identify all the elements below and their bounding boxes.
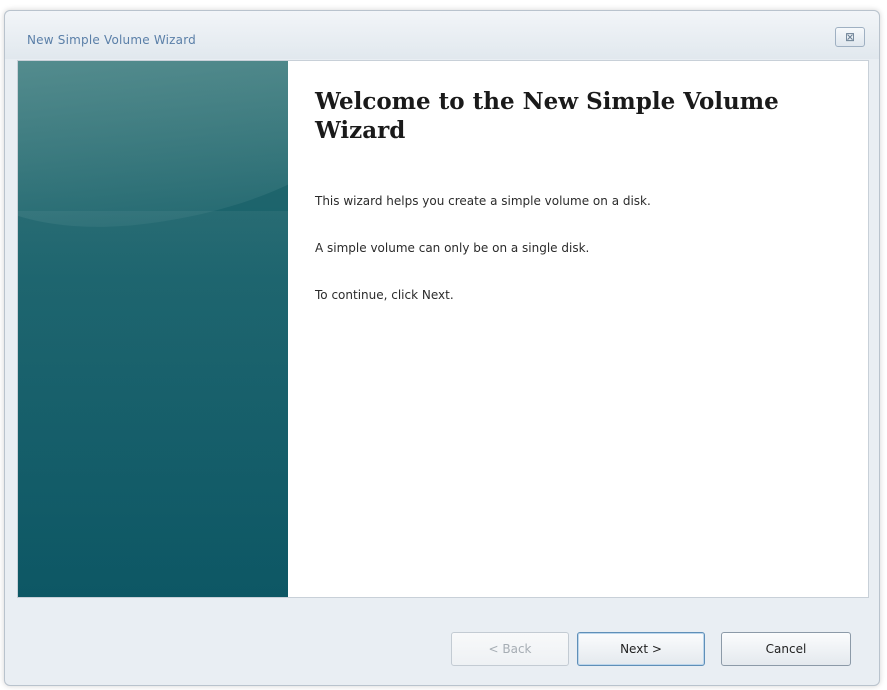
- intro-paragraph: This wizard helps you create a simple vo…: [315, 194, 651, 208]
- close-icon: ⊠: [844, 30, 856, 44]
- close-button[interactable]: ⊠: [835, 27, 865, 47]
- banner-sheen: [18, 211, 288, 597]
- page-title: Welcome to the New Simple Volume Wizard: [315, 88, 779, 144]
- back-button[interactable]: < Back: [451, 632, 569, 666]
- title-bar[interactable]: New Simple Volume Wizard ⊠: [5, 11, 879, 59]
- info-paragraph: A simple volume can only be on a single …: [315, 241, 590, 255]
- button-bar: < Back Next > Cancel: [5, 599, 879, 685]
- cancel-button[interactable]: Cancel: [721, 632, 851, 666]
- wizard-banner: [18, 61, 288, 597]
- next-button[interactable]: Next >: [577, 632, 705, 666]
- wizard-window: New Simple Volume Wizard ⊠ Welcome to th…: [4, 10, 880, 686]
- window-title: New Simple Volume Wizard: [27, 33, 196, 47]
- instruction-paragraph: To continue, click Next.: [315, 288, 454, 302]
- wizard-content: Welcome to the New Simple Volume Wizard …: [17, 60, 869, 598]
